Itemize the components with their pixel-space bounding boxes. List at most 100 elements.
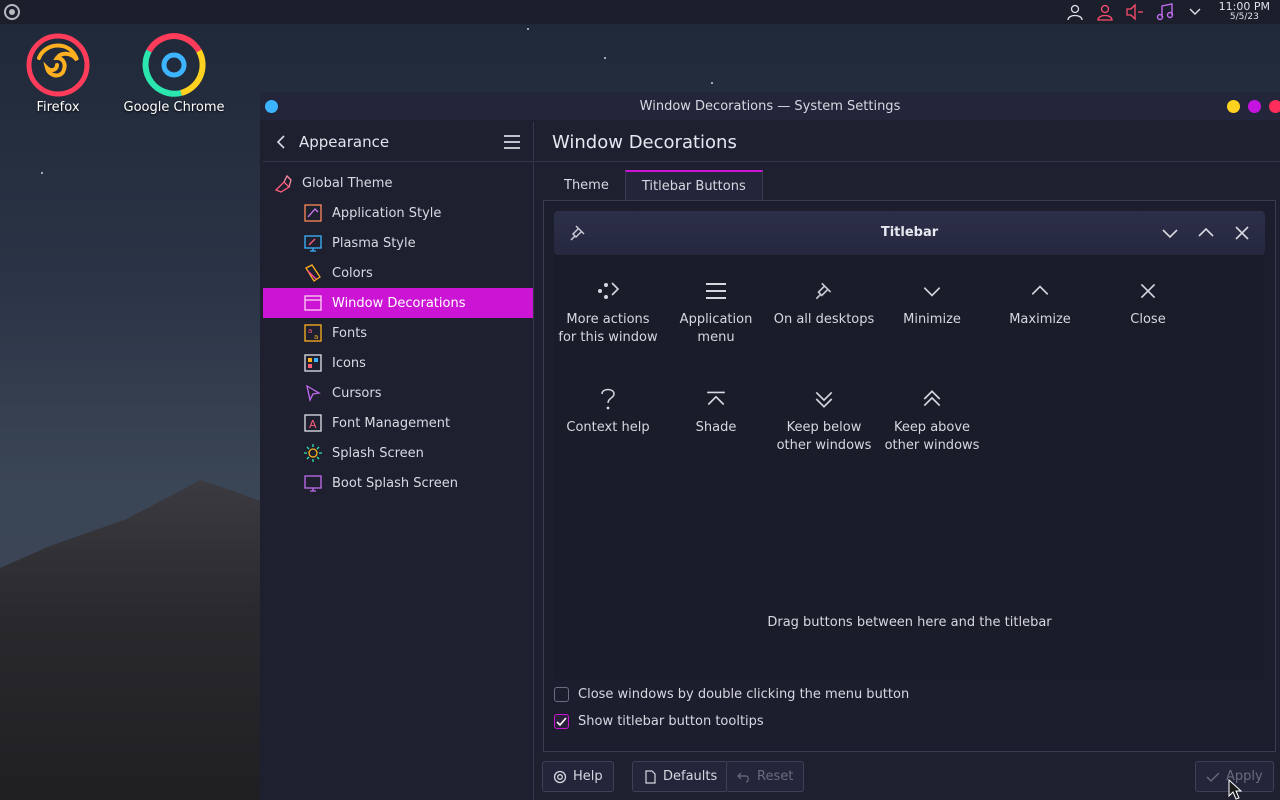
button-more-actions[interactable]: More actions for this window — [554, 275, 662, 347]
sidebar-item-colors[interactable]: Colors — [263, 258, 533, 288]
sidebar: Appearance Global Theme Application Styl… — [263, 122, 534, 800]
sidebar-item-font-management[interactable]: A Font Management — [263, 408, 533, 438]
checkbox-checked[interactable] — [554, 714, 569, 729]
music-icon[interactable] — [1153, 1, 1177, 23]
reset-button-label: Reset — [757, 769, 794, 784]
button-shade[interactable]: Shade — [662, 383, 770, 437]
chevron-down-icon — [916, 275, 948, 307]
checkbox-show-tooltips[interactable]: Show titlebar button tooltips — [554, 714, 764, 729]
sidebar-item-label: Colors — [332, 265, 373, 281]
sidebar-item-cursors[interactable]: Cursors — [263, 378, 533, 408]
button-keep-below[interactable]: Keep below other windows — [770, 383, 878, 455]
desktop-icon-label: Google Chrome — [123, 100, 225, 115]
desktop-icon-label: Firefox — [36, 100, 80, 115]
clock[interactable]: 11:00 PM 5/5/23 — [1219, 1, 1270, 23]
sidebar-item-label: Font Management — [332, 415, 451, 431]
svg-text:a: a — [308, 327, 312, 335]
sidebar-item-plasma-style[interactable]: Plasma Style — [263, 228, 533, 258]
window-menu-icon[interactable] — [265, 100, 278, 113]
keep-above-icon — [916, 383, 948, 415]
minimize-button[interactable] — [1227, 100, 1240, 113]
maximize-icon[interactable] — [1196, 223, 1216, 243]
window-titlebar[interactable]: Window Decorations — System Settings — [260, 92, 1280, 120]
chevron-down-icon[interactable] — [1183, 1, 1207, 23]
mountain-wallpaper — [0, 480, 290, 800]
main-content: Window Decorations Theme Titlebar Button… — [535, 122, 1280, 800]
help-button-label: Help — [573, 769, 603, 784]
defaults-button-label: Defaults — [663, 769, 718, 784]
lifebuoy-icon — [553, 770, 567, 783]
sidebar-item-application-style[interactable]: Application Style — [263, 198, 533, 228]
sidebar-item-label: Cursors — [332, 385, 382, 401]
tab-titlebar-buttons[interactable]: Titlebar Buttons — [624, 170, 763, 200]
sidebar-item-icons[interactable]: Icons — [263, 348, 533, 378]
button-context-help[interactable]: Context help — [554, 383, 662, 437]
drag-hint-text: Drag buttons between here and the titleb… — [767, 615, 1052, 630]
sidebar-item-boot-splash-screen[interactable]: Boot Splash Screen — [263, 468, 533, 498]
document-icon — [645, 769, 656, 784]
star — [527, 28, 529, 30]
hamburger-menu-icon[interactable] — [503, 134, 521, 150]
button-maximize[interactable]: Maximize — [986, 275, 1094, 329]
button-label: Close — [1130, 312, 1166, 327]
sidebar-item-label: Application Style — [332, 205, 442, 221]
button-application-menu[interactable]: Application menu — [662, 275, 770, 347]
star — [604, 57, 606, 59]
close-button[interactable] — [1269, 100, 1280, 113]
checkbox-label: Show titlebar button tooltips — [578, 714, 764, 729]
pin-icon — [808, 275, 840, 307]
desktop-icon-firefox[interactable]: Firefox — [3, 32, 113, 115]
star — [711, 82, 713, 84]
sidebar-item-fonts[interactable]: aa Fonts — [263, 318, 533, 348]
user-switch-icon[interactable] — [1093, 1, 1117, 23]
checkbox-label: Close windows by double clicking the men… — [578, 687, 910, 702]
back-arrow-icon[interactable] — [275, 134, 289, 149]
divider — [535, 161, 1280, 162]
titlebar-preview-title: Titlebar — [880, 225, 939, 240]
button-minimize[interactable]: Minimize — [878, 275, 986, 329]
button-on-all-desktops[interactable]: On all desktops — [770, 275, 878, 329]
checkbox-close-double-click[interactable]: Close windows by double clicking the men… — [554, 687, 909, 702]
volume-icon[interactable] — [1123, 1, 1147, 23]
sidebar-item-window-decorations[interactable]: Window Decorations — [263, 288, 533, 318]
minimize-icon[interactable] — [1160, 223, 1180, 243]
sidebar-title: Appearance — [299, 132, 390, 151]
sidebar-item-label: Fonts — [332, 325, 368, 341]
button-close[interactable]: Close — [1094, 275, 1202, 329]
help-button[interactable]: Help — [542, 761, 614, 792]
desktop-icon-chrome[interactable]: Google Chrome — [119, 32, 229, 115]
button-label: Keep above — [893, 420, 971, 435]
titlebar-preview[interactable]: Titlebar — [554, 211, 1265, 255]
clock-time: 11:00 PM — [1218, 0, 1270, 13]
sidebar-header: Appearance — [263, 122, 533, 162]
svg-text:A: A — [309, 418, 317, 431]
button-label: Maximize — [1009, 312, 1071, 327]
close-icon[interactable] — [1232, 223, 1252, 243]
close-icon — [1132, 275, 1164, 307]
button-keep-above[interactable]: Keep above other windows — [878, 383, 986, 455]
sidebar-item-splash-screen[interactable]: Splash Screen — [263, 438, 533, 468]
defaults-button[interactable]: Defaults — [632, 761, 729, 792]
sidebar-item-global-theme[interactable]: Global Theme — [263, 168, 533, 198]
titlebar-buttons-panel: Titlebar More actions for this window Ap… — [543, 200, 1276, 752]
maximize-button[interactable] — [1248, 100, 1261, 113]
sidebar-item-label: Global Theme — [302, 175, 393, 191]
app-launcher-icon[interactable] — [3, 3, 21, 21]
system-tray — [1063, 1, 1207, 23]
undo-icon — [737, 772, 749, 783]
tab-theme[interactable]: Theme — [548, 170, 625, 200]
star — [41, 172, 43, 174]
sidebar-item-label: Plasma Style — [332, 235, 416, 251]
chevron-up-icon — [1024, 275, 1056, 307]
user-icon[interactable] — [1063, 1, 1087, 23]
shade-icon — [700, 383, 732, 415]
system-settings-window: Window Decorations — System Settings App… — [260, 92, 1280, 800]
reset-button[interactable]: Reset — [726, 761, 805, 792]
button-label: other windows — [776, 438, 872, 453]
button-label: More actions — [566, 312, 650, 327]
sidebar-item-label: Splash Screen — [332, 445, 424, 461]
boot-splash-icon — [303, 473, 323, 493]
checkbox-unchecked[interactable] — [554, 687, 569, 702]
button-label: On all desktops — [773, 312, 875, 327]
plasma-style-icon — [303, 233, 323, 253]
